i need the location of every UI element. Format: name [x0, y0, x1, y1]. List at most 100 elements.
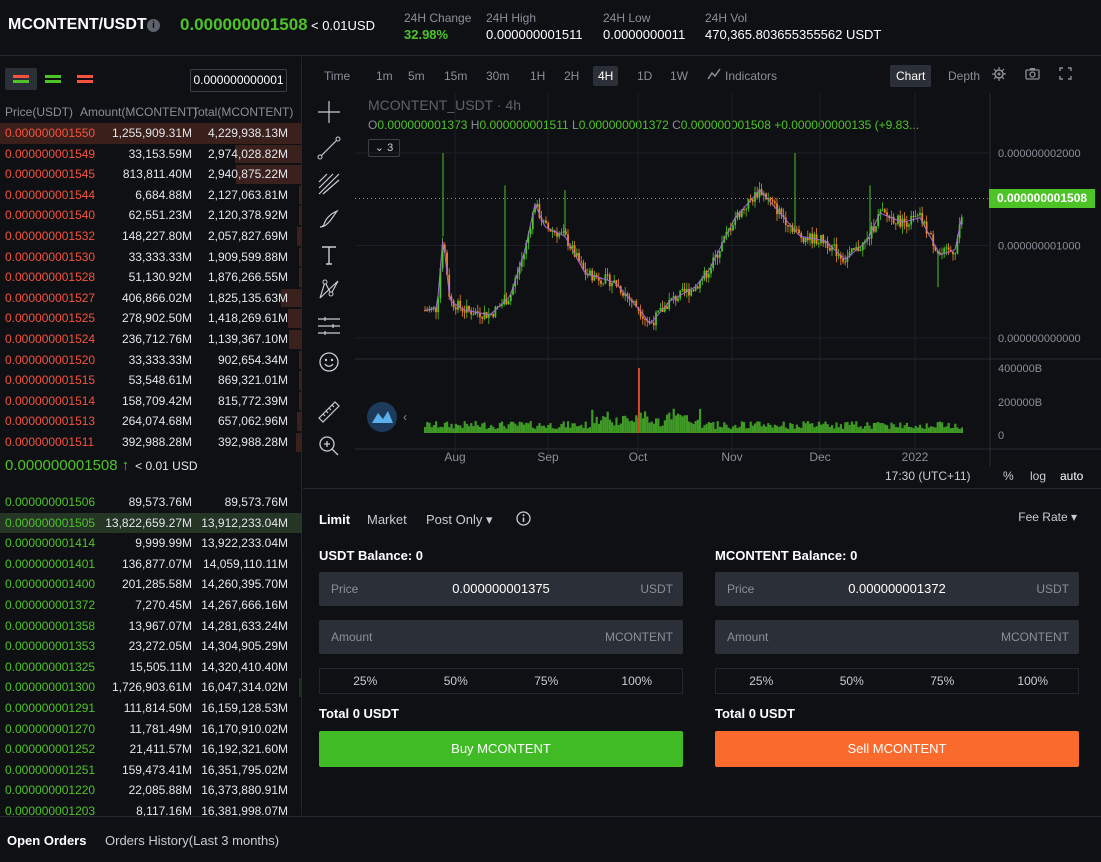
orderbook-row[interactable]: 0.000000001220 22,085.88M 16,373,880.91M: [0, 780, 302, 801]
orderbook-row[interactable]: 0.000000001300 1,726,903.61M 16,047,314.02…: [0, 677, 302, 698]
row-total: 14,281,633.24M: [201, 618, 288, 633]
orderbook-row[interactable]: 0.000000001358 13,967.07M 14,281,633.24M: [0, 616, 302, 637]
text-tool-icon[interactable]: [316, 242, 342, 268]
view-bids-button[interactable]: [37, 68, 69, 90]
view-asks-button[interactable]: [69, 68, 101, 90]
sell-price-input[interactable]: Price 0.000000001372 USDT: [715, 572, 1079, 606]
orderbook-row[interactable]: 0.000000001414 9,999.99M 13,922,233.04M: [0, 533, 302, 554]
orderbook-row[interactable]: 0.000000001532 148,227.80M 2,057,827.69M: [0, 226, 302, 247]
field-value[interactable]: 0.000000001372: [715, 581, 1079, 596]
buy-price-input[interactable]: Price 0.000000001375 USDT: [319, 572, 683, 606]
buy-button[interactable]: Buy MCONTENT: [319, 731, 683, 767]
fullscreen-icon[interactable]: [1059, 67, 1072, 83]
percent-scale-toggle[interactable]: %: [1003, 469, 1014, 483]
log-scale-toggle[interactable]: log: [1030, 469, 1046, 483]
timeframe-4h[interactable]: 4H: [593, 66, 619, 86]
orderbook-row[interactable]: 0.000000001544 6,684.88M 2,127,063.81M: [0, 185, 302, 206]
row-price: 0.000000001513: [5, 414, 96, 429]
sell-amount-input[interactable]: Amount MCONTENT: [715, 620, 1079, 654]
orderbook-row[interactable]: 0.000000001549 33,153.59M 2,974,028.82M: [0, 144, 302, 165]
pct-100-button[interactable]: 100%: [592, 669, 683, 693]
timeframe-1d[interactable]: 1D: [632, 66, 657, 86]
orderbook-row[interactable]: 0.000000001550 1,255,909.31M 4,229,938.13M: [0, 123, 302, 144]
orderbook-row[interactable]: 0.000000001252 21,411.57M 16,192,321.60M: [0, 739, 302, 760]
pct-100-button[interactable]: 100%: [988, 669, 1079, 693]
settings-gear-icon[interactable]: [992, 67, 1006, 84]
timeframe-1h[interactable]: 1H: [525, 66, 550, 86]
orderbook-row[interactable]: 0.000000001401 136,877.07M 14,059,110.11M: [0, 554, 302, 575]
timeframe-1w[interactable]: 1W: [665, 66, 693, 86]
info-circle-icon[interactable]: [516, 511, 531, 529]
auto-scale-toggle[interactable]: auto: [1060, 469, 1083, 483]
zoom-in-icon[interactable]: [316, 433, 342, 459]
pct-50-button[interactable]: 50%: [411, 669, 502, 693]
timeframe-5m[interactable]: 5m: [403, 66, 430, 86]
timeframe-1m[interactable]: 1m: [371, 66, 398, 86]
indicators-button[interactable]: Indicators: [720, 66, 782, 86]
pct-25-button[interactable]: 25%: [320, 669, 411, 693]
orderbook-row[interactable]: 0.000000001506 89,573.76M 89,573.76M: [0, 492, 302, 513]
orderbook-row[interactable]: 0.000000001545 813,811.40M 2,940,875.22M: [0, 164, 302, 185]
volume-bar: [584, 421, 587, 433]
precision-select[interactable]: 0.000000000001: [190, 69, 287, 92]
fee-rate-dropdown[interactable]: Fee Rate ▾: [1018, 510, 1077, 524]
brush-icon[interactable]: [316, 206, 342, 232]
tab-market[interactable]: Market: [367, 512, 407, 527]
pair-title[interactable]: MCONTENT/USDT: [8, 16, 147, 34]
orderbook-row[interactable]: 0.000000001251 159,473.41M 16,351,795.02M: [0, 760, 302, 781]
orderbook-row[interactable]: 0.000000001511 392,988.28M 392,988.28M: [0, 432, 302, 453]
timeframe-time[interactable]: Time: [319, 66, 355, 86]
orderbook-row[interactable]: 0.000000001291 111,814.50M 16,159,128.53M: [0, 698, 302, 719]
drawing-tools: [303, 93, 355, 489]
orderbook-row[interactable]: 0.000000001353 23,272.05M 14,304,905.29M: [0, 636, 302, 657]
row-total: 1,418,269.61M: [207, 311, 288, 326]
orderbook-row[interactable]: 0.000000001540 62,551.23M 2,120,378.92M: [0, 205, 302, 226]
orderbook-row[interactable]: 0.000000001530 33,333.33M 1,909,599.88M: [0, 247, 302, 268]
pct-75-button[interactable]: 75%: [501, 669, 592, 693]
tab-open-orders[interactable]: Open Orders: [7, 833, 86, 848]
pct-50-button[interactable]: 50%: [807, 669, 898, 693]
volume-bar: [426, 421, 429, 433]
info-icon[interactable]: i: [147, 19, 160, 32]
orderbook-row[interactable]: 0.000000001527 406,866.02M 1,825,135.63M: [0, 288, 302, 309]
orderbook-row[interactable]: 0.000000001515 53,548.61M 869,321.01M: [0, 370, 302, 391]
crosshair-icon[interactable]: [316, 99, 342, 125]
timeframe-2h[interactable]: 2H: [559, 66, 584, 86]
candle-body: [881, 209, 884, 211]
pattern-tool-icon[interactable]: [316, 277, 342, 303]
volume-bar: [424, 427, 427, 433]
tab-limit[interactable]: Limit: [319, 512, 350, 527]
orderbook-row[interactable]: 0.000000001400 201,285.58M 14,260,395.70M: [0, 574, 302, 595]
tab-post-only[interactable]: Post Only ▾: [426, 512, 493, 528]
field-value[interactable]: 0.000000001375: [319, 581, 683, 596]
orderbook-row[interactable]: 0.000000001520 33,333.33M 902,654.34M: [0, 350, 302, 371]
orderbook-row[interactable]: 0.000000001325 15,505.11M 14,320,410.40M: [0, 657, 302, 678]
pct-25-button[interactable]: 25%: [716, 669, 807, 693]
orderbook-row[interactable]: 0.000000001528 51,130.92M 1,876,266.55M: [0, 267, 302, 288]
depth-view-button[interactable]: Depth: [942, 65, 986, 87]
orderbook-row[interactable]: 0.000000001513 264,074.68M 657,062.96M: [0, 411, 302, 432]
chart-view-button[interactable]: Chart: [890, 65, 932, 87]
orderbook-row[interactable]: 0.000000001524 236,712.76M 1,139,367.10M: [0, 329, 302, 350]
orderbook-row[interactable]: 0.000000001514 158,709.42M 815,772.39M: [0, 391, 302, 412]
ruler-icon[interactable]: [316, 399, 342, 425]
fib-tool-icon[interactable]: [316, 171, 342, 197]
price-chart[interactable]: 0.000000002000 0.000000001000 0.0000000000…: [355, 93, 1101, 489]
orderbook-row[interactable]: 0.000000001270 11,781.49M 16,170,910.02M: [0, 719, 302, 740]
indicators-icon[interactable]: [707, 67, 721, 84]
orderbook-row[interactable]: 0.000000001372 7,270.45M 14,267,666.16M: [0, 595, 302, 616]
timeframe-15m[interactable]: 15m: [439, 66, 472, 86]
emoji-icon[interactable]: [316, 349, 342, 375]
timeframe-30m[interactable]: 30m: [481, 66, 514, 86]
orderbook-row[interactable]: 0.000000001505 13,822,659.27M 13,912,233.0…: [0, 512, 302, 534]
sell-button[interactable]: Sell MCONTENT: [715, 731, 1079, 767]
measure-lines-icon[interactable]: [316, 313, 342, 339]
buy-amount-input[interactable]: Amount MCONTENT: [319, 620, 683, 654]
timezone-label[interactable]: 17:30 (UTC+11): [885, 469, 970, 483]
orderbook-row[interactable]: 0.000000001525 278,902.50M 1,418,269.61M: [0, 308, 302, 329]
view-both-button[interactable]: [5, 68, 37, 90]
tab-orders-history[interactable]: Orders History(Last 3 months): [105, 833, 279, 848]
pct-75-button[interactable]: 75%: [897, 669, 988, 693]
camera-icon[interactable]: [1025, 67, 1040, 83]
trend-line-icon[interactable]: [316, 135, 342, 161]
